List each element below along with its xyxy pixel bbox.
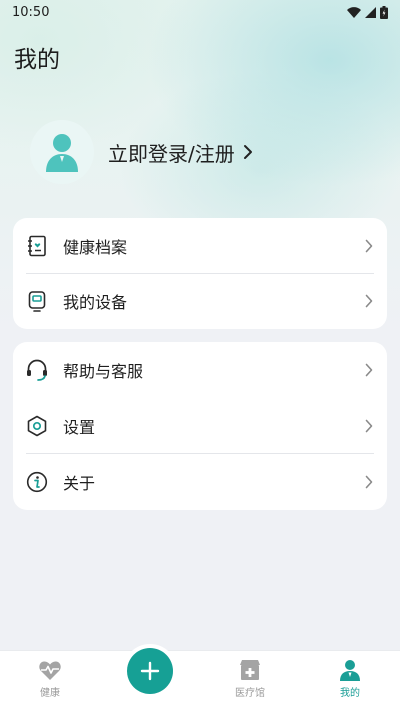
chevron-right-icon — [365, 419, 373, 433]
tab-label: 健康 — [40, 688, 60, 699]
menu-item-settings[interactable]: 设置 — [13, 398, 387, 454]
menu-item-about[interactable]: 关于 — [13, 454, 387, 510]
menu-item-my-devices[interactable]: 我的设备 — [13, 274, 387, 330]
battery-icon — [380, 5, 388, 19]
info-icon — [25, 470, 49, 494]
menu-item-health-record[interactable]: 健康档案 — [13, 218, 387, 274]
tab-label: 医疗馆 — [235, 688, 265, 699]
person-icon — [340, 660, 360, 681]
plus-icon — [140, 661, 160, 681]
health-record-icon — [25, 234, 49, 258]
heart-pulse-icon — [39, 661, 61, 680]
tab-mine[interactable]: 我的 — [320, 659, 380, 699]
device-icon — [25, 289, 49, 313]
login-entry[interactable]: 立即登录/注册 — [30, 120, 253, 184]
medical-store-icon — [240, 660, 260, 680]
default-avatar-icon — [46, 134, 78, 172]
signal-icon — [365, 6, 376, 18]
status-icons — [347, 5, 388, 19]
bottom-tab-bar: 健康 医疗馆 我的 — [0, 650, 400, 712]
menu-item-help-support[interactable]: 帮助与客服 — [13, 342, 387, 398]
chevron-right-icon — [365, 294, 373, 308]
menu-card-records: 健康档案 我的设备 — [13, 218, 387, 329]
add-button[interactable] — [127, 648, 173, 694]
avatar[interactable] — [30, 120, 94, 184]
chevron-right-icon — [365, 239, 373, 253]
tab-medical-store[interactable]: 医疗馆 — [220, 659, 280, 699]
tab-label: 我的 — [340, 688, 360, 699]
headset-icon — [25, 358, 49, 382]
menu-item-label: 我的设备 — [63, 293, 128, 313]
menu-item-label: 帮助与客服 — [63, 362, 144, 381]
chevron-right-icon — [365, 363, 373, 377]
chevron-right-icon — [365, 475, 373, 489]
status-bar: 10:50 — [0, 0, 400, 24]
login-register-link[interactable]: 立即登录/注册 — [108, 138, 235, 167]
chevron-right-icon — [243, 144, 253, 160]
menu-card-support: 帮助与客服 设置 关于 — [13, 342, 387, 510]
menu-item-label: 设置 — [63, 418, 96, 437]
tab-health[interactable]: 健康 — [20, 659, 80, 699]
settings-hexagon-icon — [25, 414, 49, 438]
status-time: 10:50 — [12, 4, 50, 20]
wifi-icon — [347, 6, 361, 18]
menu-item-label: 健康档案 — [63, 237, 128, 257]
page-title: 我的 — [14, 47, 60, 73]
menu-item-label: 关于 — [63, 474, 96, 493]
